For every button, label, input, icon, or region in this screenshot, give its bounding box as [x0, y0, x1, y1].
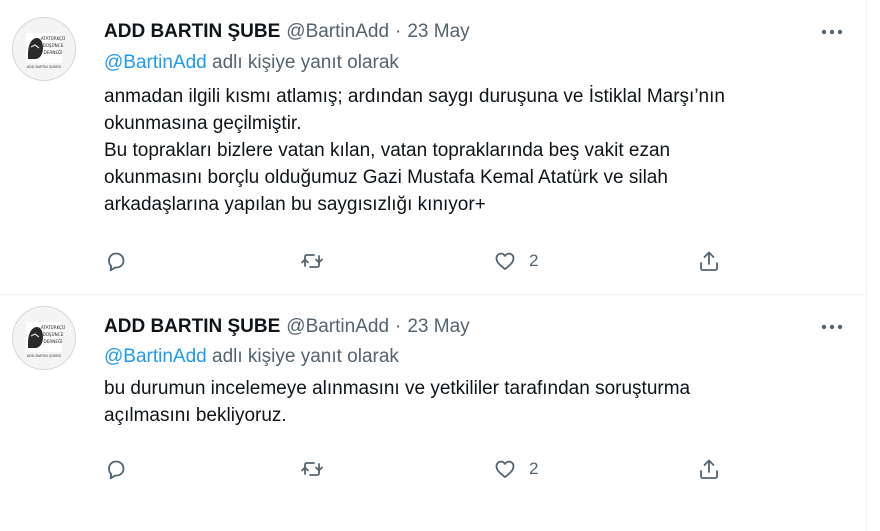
tweet-text: anmadan ilgili kısmı atlamış; ardından s… [104, 83, 804, 218]
tweet-date[interactable]: 23 May [407, 316, 469, 338]
replying-to: @BartinAdd adlı kişiye yanıt olarak [104, 52, 399, 74]
tweet-text-line: bu durumun incelemeye alınmasını ve yetk… [104, 378, 691, 399]
avatar[interactable]: ATATÜRKÇÜ DÜŞÜNCE DERNEĞİ ADD BARTIN ŞUB… [12, 306, 76, 370]
add-logo-icon: ATATÜRKÇÜ DÜŞÜNCE DERNEĞİ ADD BARTIN ŞUB… [26, 322, 65, 358]
avatar-text-4: ADD BARTIN ŞUBESİ [27, 353, 61, 358]
header-separator: · [395, 316, 402, 337]
header-separator: · [395, 21, 402, 42]
retweet-icon [301, 254, 323, 268]
like-count: 2 [529, 251, 539, 270]
share-icon [700, 251, 718, 271]
reply-mention-link[interactable]: @BartinAdd [104, 52, 207, 73]
avatar-text-1: ATATÜRKÇÜ [41, 36, 65, 41]
replying-suffix: adlı kişiye yanıt olarak [206, 346, 399, 367]
tweet-text-line: açılmasını bekliyoruz. [104, 405, 287, 426]
reply-button[interactable] [104, 246, 128, 276]
more-icon [821, 29, 843, 35]
tweet-text-line: okunmasını borçlu olduğumuz Gazi Mustafa… [104, 167, 668, 188]
retweet-icon [301, 462, 323, 476]
tweet-text: bu durumun incelemeye alınmasını ve yetk… [104, 375, 804, 429]
share-button[interactable] [697, 246, 721, 276]
replying-to: @BartinAdd adlı kişiye yanıt olarak [104, 346, 399, 368]
tweet-text-line: arkadaşlarına yapılan bu saygısızlığı kı… [104, 194, 486, 215]
reply-icon [108, 252, 125, 272]
replying-suffix: adlı kişiye yanıt olarak [206, 52, 399, 73]
retweet-button[interactable] [300, 454, 324, 484]
more-button[interactable] [820, 315, 844, 339]
add-logo-icon: ATATÜRKÇÜ DÜŞÜNCE DERNEĞİ ADD BARTIN ŞUB… [26, 33, 65, 69]
author-handle[interactable]: @BartinAdd [286, 21, 389, 43]
share-button[interactable] [697, 454, 721, 484]
tweet[interactable]: ATATÜRKÇÜ DÜŞÜNCE DERNEĞİ ADD BARTIN ŞUB… [0, 0, 866, 295]
tweet-text-line: Bu toprakları bizlere vatan kılan, vatan… [104, 140, 671, 161]
avatar-text-2: DÜŞÜNCE [43, 43, 64, 48]
more-button[interactable] [820, 20, 844, 44]
like-button[interactable]: 2 [493, 246, 538, 276]
like-button[interactable]: 2 [493, 454, 538, 484]
reply-mention-link[interactable]: @BartinAdd [104, 346, 207, 367]
author-name[interactable]: ADD BARTIN ŞUBE [104, 316, 280, 338]
tweet-header: ADD BARTIN ŞUBE @BartinAdd · 23 May [104, 20, 470, 44]
tweet-header: ADD BARTIN ŞUBE @BartinAdd · 23 May [104, 315, 470, 339]
more-icon [821, 324, 843, 330]
tweet-date[interactable]: 23 May [407, 21, 469, 43]
like-icon [495, 252, 515, 270]
avatar-text-4: ADD BARTIN ŞUBESİ [27, 64, 61, 69]
tweet-text-line: anmadan ilgili kısmı atlamış; ardından s… [104, 86, 725, 107]
tweet-text-line: okunmasına geçilmiştir. [104, 113, 302, 134]
tweet-actions: 2 [0, 246, 866, 276]
like-count: 2 [529, 459, 539, 478]
avatar-text-1: ATATÜRKÇÜ [41, 325, 65, 330]
avatar-text-3: DERNEĞİ [43, 50, 62, 55]
avatar-text-2: DÜŞÜNCE [43, 332, 64, 337]
author-name[interactable]: ADD BARTIN ŞUBE [104, 21, 280, 43]
avatar[interactable]: ATATÜRKÇÜ DÜŞÜNCE DERNEĞİ ADD BARTIN ŞUB… [12, 17, 76, 81]
reply-button[interactable] [104, 454, 128, 484]
retweet-button[interactable] [300, 246, 324, 276]
like-icon [495, 460, 515, 478]
share-icon [700, 459, 718, 479]
author-handle[interactable]: @BartinAdd [286, 316, 389, 338]
column-border [866, 0, 867, 531]
reply-icon [108, 460, 125, 480]
tweet-actions: 2 [0, 454, 866, 484]
avatar-text-3: DERNEĞİ [43, 339, 62, 344]
tweet[interactable]: ATATÜRKÇÜ DÜŞÜNCE DERNEĞİ ADD BARTIN ŞUB… [0, 295, 866, 531]
